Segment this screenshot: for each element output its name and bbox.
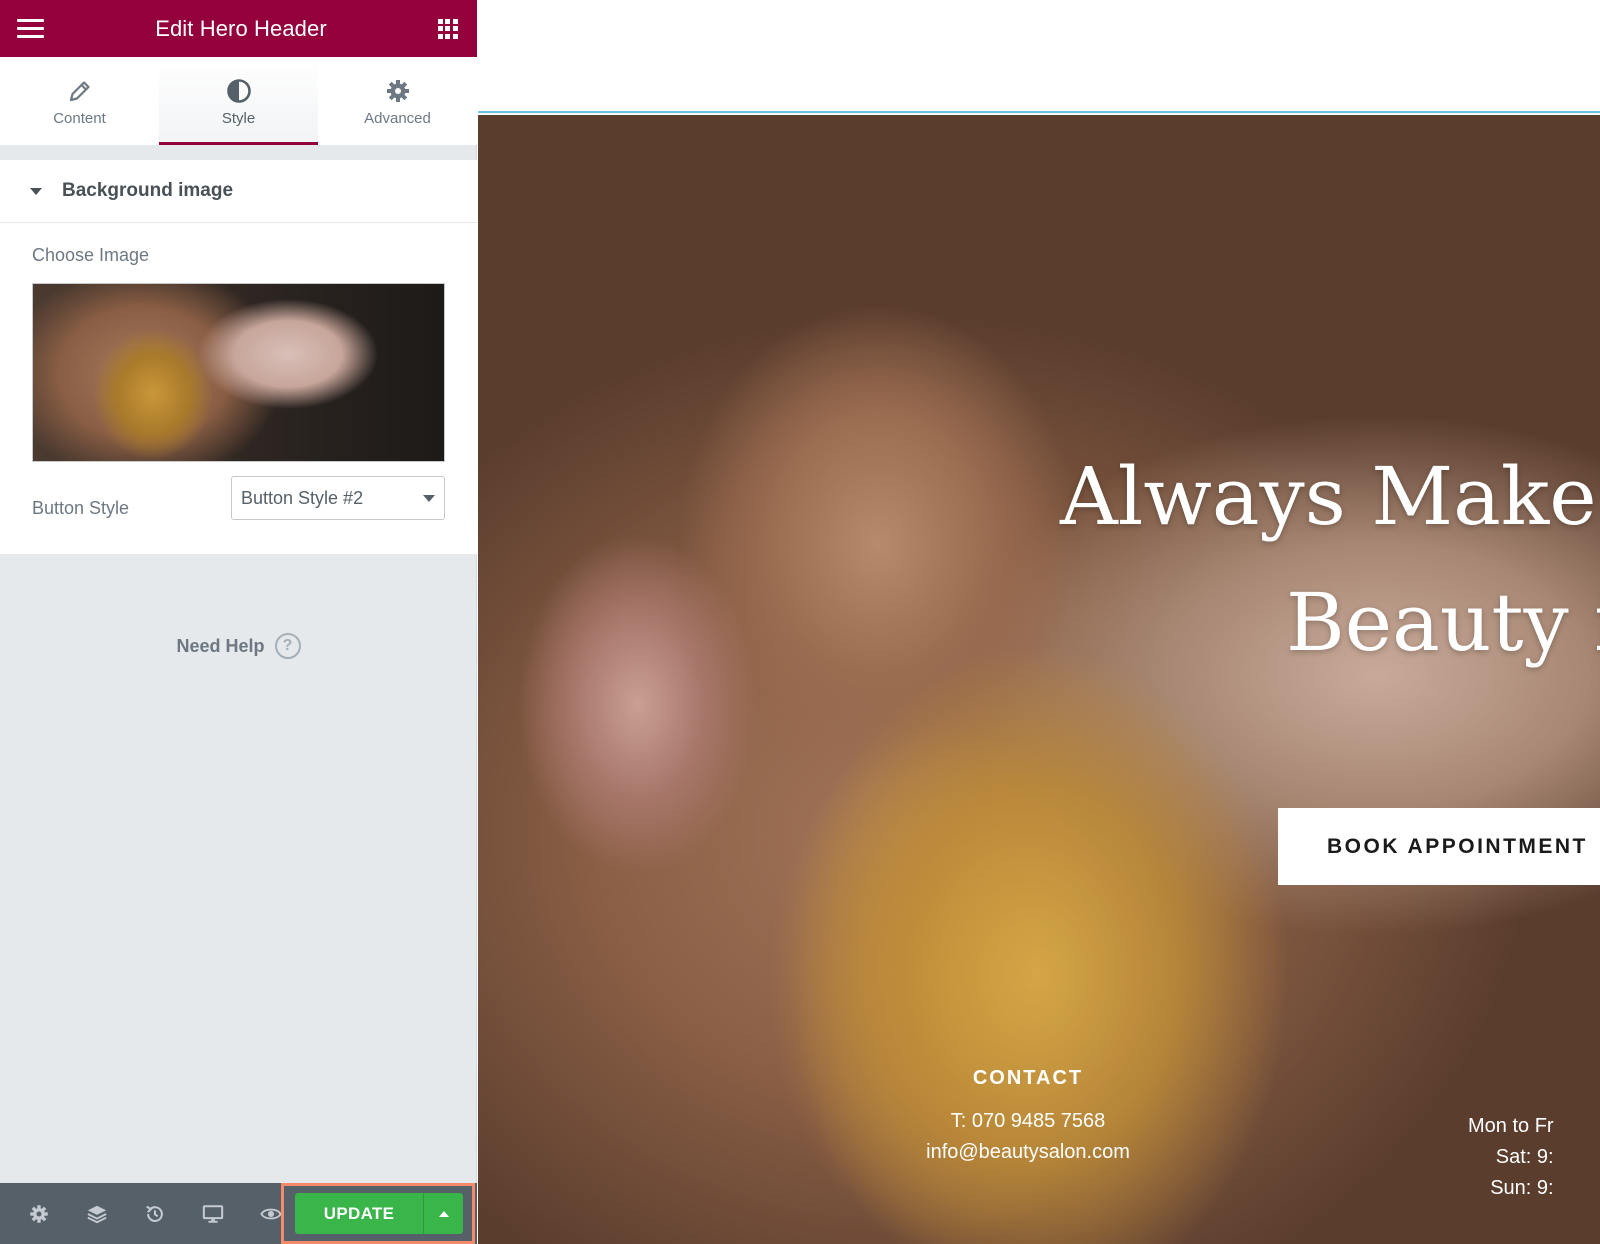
desktop-icon[interactable] — [193, 1194, 233, 1234]
tab-content-label: Content — [53, 109, 106, 127]
settings-icon[interactable] — [19, 1194, 59, 1234]
hero-title-line-1: Always Make I — [1060, 450, 1600, 543]
need-help-label: Need Help — [176, 635, 265, 656]
need-help-link[interactable]: Need Help ? — [0, 633, 477, 659]
gear-icon — [386, 76, 410, 106]
editor-title: Edit Hero Header — [155, 15, 327, 41]
half-circle-icon — [226, 76, 252, 106]
section-body: Choose Image Button Style Button Style #… — [0, 223, 477, 554]
widgets-grid-icon[interactable] — [437, 18, 458, 39]
update-options-button[interactable] — [423, 1193, 463, 1234]
update-group: UPDATE — [281, 1183, 475, 1244]
caret-down-icon — [30, 187, 42, 195]
contact-email[interactable]: info@beautysalon.com — [908, 1137, 1148, 1168]
editor-header: Edit Hero Header — [0, 0, 477, 57]
contact-heading: CONTACT — [972, 1067, 1084, 1089]
tab-advanced[interactable]: Advanced — [318, 57, 477, 145]
choose-image-label: Choose Image — [32, 245, 150, 265]
contact-phone: T: 070 9485 7568 — [950, 1110, 1106, 1132]
hero-title-line-2: Beauty i — [1286, 576, 1600, 669]
tab-content[interactable]: Content — [0, 57, 159, 145]
background-image-thumbnail[interactable] — [32, 283, 445, 462]
preview-top-area — [478, 0, 1600, 113]
hours-sunday: Sun: 9: — [1490, 1177, 1554, 1199]
chevron-down-icon — [423, 495, 435, 502]
section-background-image[interactable]: Background image — [0, 160, 477, 223]
contact-block: CONTACT T: 070 9485 7568 info@beautysalo… — [908, 1067, 1148, 1168]
tab-style[interactable]: Style — [159, 57, 318, 145]
opening-hours: Mon to Fr Sat: 9: Sun: 9: — [1468, 1111, 1554, 1204]
tab-advanced-label: Advanced — [364, 109, 431, 127]
hours-saturday: Sat: 9: — [1495, 1146, 1554, 1168]
editor-panel: Edit Hero Header Content Style Advanced … — [0, 0, 477, 1244]
book-appointment-button[interactable]: BOOK APPOINTMENT — [1278, 808, 1600, 885]
hours-weekdays: Mon to Fr — [1468, 1115, 1554, 1137]
caret-up-icon — [438, 1210, 449, 1217]
section-title: Background image — [62, 180, 234, 201]
button-style-value: Button Style #2 — [241, 487, 364, 508]
hero-section: Always Make I Beauty i BOOK APPOINTMENT … — [478, 115, 1600, 1244]
button-style-select[interactable]: Button Style #2 — [231, 476, 445, 520]
update-button[interactable]: UPDATE — [295, 1193, 423, 1234]
editor-tabs: Content Style Advanced — [0, 57, 477, 145]
menu-icon[interactable] — [17, 19, 44, 38]
pencil-icon — [68, 76, 92, 106]
button-style-label: Button Style — [32, 498, 130, 518]
history-icon[interactable] — [135, 1194, 175, 1234]
tab-style-label: Style — [221, 109, 256, 127]
question-icon: ? — [274, 633, 301, 659]
layers-icon[interactable] — [77, 1194, 117, 1234]
